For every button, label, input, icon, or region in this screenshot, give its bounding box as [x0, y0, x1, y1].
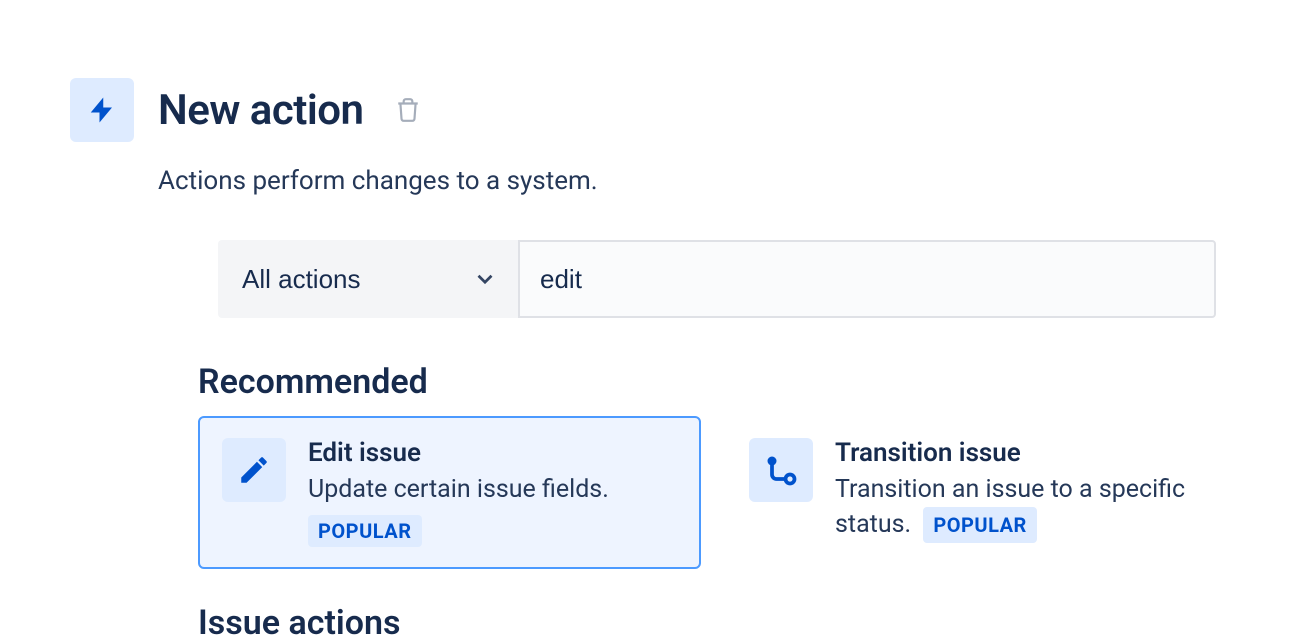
search-input[interactable] [518, 240, 1216, 318]
card-title: Edit issue [308, 438, 677, 468]
trash-icon [395, 97, 421, 123]
action-card-transition-issue[interactable]: Transition issue Transition an issue to … [725, 416, 1228, 569]
page-header: New action [70, 78, 1228, 142]
action-card-edit-issue[interactable]: Edit issue Update certain issue fields. … [198, 416, 701, 569]
actions-filter-dropdown[interactable]: All actions [218, 240, 518, 318]
card-content: Edit issue Update certain issue fields. … [308, 438, 677, 547]
card-title: Transition issue [835, 438, 1204, 468]
recommended-heading: Recommended [198, 362, 1228, 402]
transition-icon [763, 452, 799, 488]
dropdown-label: All actions [242, 264, 361, 295]
recommended-cards: Edit issue Update certain issue fields. … [198, 416, 1228, 569]
card-content: Transition issue Transition an issue to … [835, 438, 1204, 543]
transition-icon-box [749, 438, 813, 502]
popular-badge: POPULAR [923, 507, 1037, 543]
card-description: Transition an issue to a specific status… [835, 472, 1204, 543]
lightning-icon [87, 91, 117, 129]
chevron-down-icon [472, 266, 498, 292]
edit-icon-box [222, 438, 286, 502]
filter-controls: All actions [218, 240, 1228, 318]
lightning-icon-box [70, 78, 134, 142]
pencil-icon [237, 453, 271, 487]
issue-actions-heading: Issue actions [198, 603, 1228, 643]
page-subtitle: Actions perform changes to a system. [158, 166, 1228, 196]
page-title: New action [158, 86, 363, 135]
card-description: Update certain issue fields. [308, 472, 677, 507]
popular-badge: POPULAR [308, 515, 422, 547]
delete-button[interactable] [391, 93, 425, 127]
